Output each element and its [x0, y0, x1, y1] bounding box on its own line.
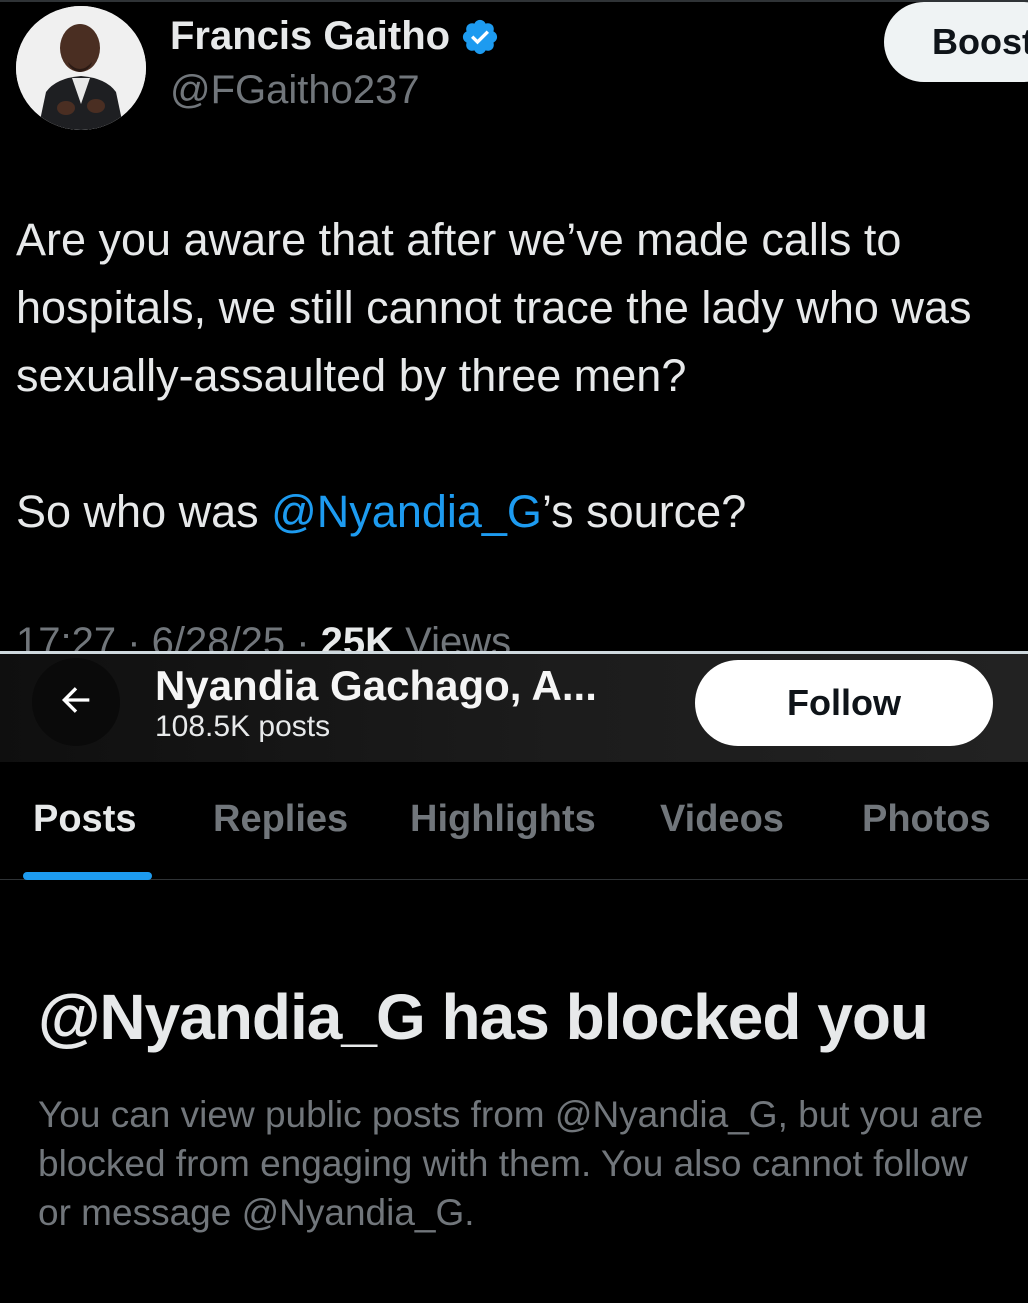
tweet-text-line: Are you aware that after we’ve made call…	[16, 214, 902, 265]
boost-button[interactable]: Boost	[884, 2, 1028, 82]
tweet-text-prefix: So who was	[16, 486, 272, 537]
author-name[interactable]: Francis Gaitho	[170, 14, 450, 59]
tab-posts[interactable]: Posts	[33, 798, 136, 841]
tab-highlights[interactable]: Highlights	[410, 798, 596, 841]
back-button[interactable]	[32, 658, 120, 746]
tweet-timestamp[interactable]: 17:27 · 6/28/25 ·	[16, 620, 321, 652]
tweet-question: So who was @Nyandia_G’s source?	[16, 478, 1028, 546]
back-arrow-icon	[56, 680, 96, 725]
tweet-card: Francis Gaitho @FGaitho237 Boost Are you…	[0, 0, 1028, 652]
blocked-title: @Nyandia_G has blocked you	[38, 981, 929, 1053]
active-tab-indicator	[23, 872, 152, 880]
profile-tabs: Posts Replies Highlights Videos Photos	[0, 762, 1028, 880]
profile-posts-count: 108.5K posts	[155, 710, 331, 743]
follow-button[interactable]: Follow	[695, 660, 993, 746]
tweet-text-line: sexually-assaulted by three men?	[16, 350, 687, 401]
profile-header-bar: Nyandia Gachago, A... 108.5K posts Follo…	[0, 654, 1028, 762]
views-count[interactable]: 25K	[321, 620, 394, 652]
tweet-meta: 17:27 · 6/28/25 · 25K Views	[16, 620, 511, 652]
tab-replies[interactable]: Replies	[213, 798, 348, 841]
views-label: Views	[394, 620, 512, 652]
author-name-row[interactable]: Francis Gaitho	[170, 14, 500, 59]
mention-link[interactable]: @Nyandia_G	[271, 486, 542, 537]
tweet-text: Are you aware that after we’ve made call…	[16, 206, 1028, 546]
tweet-text-suffix: ’s source?	[541, 486, 747, 537]
tweet-text-line: hospitals, we still cannot trace the lad…	[16, 282, 972, 333]
verified-badge-icon[interactable]	[460, 17, 500, 57]
profile-name: Nyandia Gachago, A...	[155, 662, 597, 709]
tab-videos[interactable]: Videos	[660, 798, 784, 841]
author-handle[interactable]: @FGaitho237	[170, 68, 420, 113]
blocked-description: You can view public posts from @Nyandia_…	[38, 1094, 984, 1233]
author-avatar[interactable]	[16, 6, 146, 130]
tab-photos[interactable]: Photos	[862, 798, 991, 841]
